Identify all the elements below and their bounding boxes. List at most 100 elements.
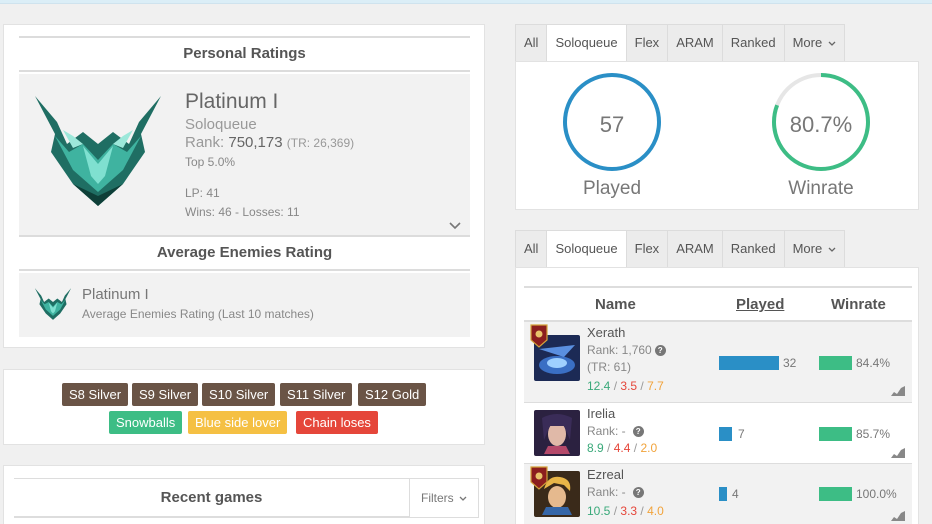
kda-kills: 8.9: [587, 441, 604, 455]
rank-top-percent: Top 5.0%: [185, 155, 236, 169]
recent-games-title: Recent games: [14, 478, 409, 518]
season-badge-s12: S12 Gold: [358, 383, 427, 406]
champion-rank-extra: (TR: 61): [587, 360, 632, 374]
badges-panel: S8 Silver S9 Silver S10 Silver S11 Silve…: [3, 369, 485, 445]
rank-card: Platinum I Soloqueue Rank: 750,173 (TR: …: [19, 74, 470, 235]
mastery-medal-icon: [530, 466, 548, 490]
champion-kda: 12.4 / 3.5 / 7.7: [587, 379, 664, 393]
champion-name[interactable]: Irelia: [587, 406, 615, 421]
filters-button[interactable]: Filters: [409, 478, 479, 518]
tab-ranked[interactable]: Ranked: [721, 230, 785, 268]
rank-tr: (TR: 26,369): [286, 136, 355, 150]
chevron-down-icon: [828, 247, 836, 252]
tab-soloqueue[interactable]: Soloqueue: [546, 24, 627, 62]
champion-rank: Rank: -?: [587, 485, 644, 499]
enemies-description: Average Enemies Rating (Last 10 matches): [82, 307, 314, 321]
tab-flex[interactable]: Flex: [625, 24, 669, 62]
season-badge-s8: S8 Silver: [62, 383, 129, 406]
enemies-tier: Platinum I: [82, 286, 149, 303]
champions-panel: Name Played Winrate Xerath Rank: 1,760? …: [515, 267, 919, 524]
top-bar: [0, 0, 932, 4]
champions-header: Name Played Winrate: [524, 286, 912, 322]
rank-tier: Platinum I: [185, 90, 279, 113]
help-icon[interactable]: ?: [654, 345, 666, 356]
champion-rank-text: Rank: -: [587, 485, 626, 499]
chevron-down-icon: [828, 41, 836, 46]
champion-kda: 8.9 / 4.4 / 2.0: [587, 441, 658, 455]
platinum-emblem-small-icon: [34, 288, 72, 320]
kda-assists: 7.7: [647, 379, 664, 393]
tab-more-label: More: [792, 35, 823, 50]
season-badge-s11: S11 Silver: [280, 383, 353, 406]
tag-badge-snowballs: Snowballs: [109, 411, 183, 434]
champion-rank: Rank: -?: [587, 424, 644, 438]
winrate-bar: [819, 487, 852, 501]
champion-name[interactable]: Xerath: [587, 325, 625, 340]
tab-aram[interactable]: ARAM: [667, 24, 723, 62]
winrate-value: 100.0%: [856, 487, 897, 501]
expand-chevron-icon[interactable]: [449, 222, 461, 230]
tab-aram[interactable]: ARAM: [667, 230, 723, 268]
played-count: 4: [732, 487, 739, 501]
winrate-value: 85.7%: [856, 427, 891, 441]
tab-more-label: More: [792, 241, 823, 256]
trend-chart-icon[interactable]: [891, 511, 905, 521]
tab-flex[interactable]: Flex: [625, 230, 669, 268]
trend-chart-icon[interactable]: [891, 386, 905, 396]
champion-row[interactable]: Irelia Rank: -? 8.9 / 4.4 / 2.0 7 85.7%: [524, 403, 912, 464]
kda-deaths: 3.5: [620, 379, 638, 393]
tab-more[interactable]: More: [783, 24, 845, 62]
personal-ratings-title: Personal Ratings: [19, 36, 470, 72]
champion-name[interactable]: Ezreal: [587, 467, 624, 482]
champion-rank-text: Rank: 1,760: [587, 343, 652, 357]
stats-queue-tabs: All Soloqueue Flex ARAM Ranked More: [515, 24, 845, 62]
winrate-value: 80.7%: [789, 112, 853, 137]
season-badge-s9: S9 Silver: [132, 383, 199, 406]
champion-row[interactable]: Xerath Rank: 1,760? (TR: 61) 12.4 / 3.5 …: [524, 322, 912, 403]
rank-wins-losses: Wins: 46 - Losses: 11: [185, 205, 300, 219]
champion-rank: Rank: 1,760?: [587, 343, 666, 357]
tag-badge-blue-side-lover: Blue side lover: [188, 411, 288, 434]
personal-ratings-panel: Personal Ratings Platinum I Soloqueue Ra…: [3, 24, 485, 348]
tab-soloqueue[interactable]: Soloqueue: [546, 230, 627, 268]
mastery-medal-icon: [530, 324, 548, 348]
tab-more[interactable]: More: [783, 230, 845, 268]
enemies-card: Platinum I Average Enemies Rating (Last …: [19, 273, 470, 337]
played-count: 7: [738, 427, 745, 441]
filters-label: Filters: [420, 491, 454, 505]
played-label: Played: [582, 178, 642, 199]
played-bar: [719, 356, 779, 370]
winrate-value: 84.4%: [856, 356, 891, 370]
header-played[interactable]: Played: [736, 296, 784, 313]
winrate-label: Winrate: [788, 178, 854, 199]
header-winrate[interactable]: Winrate: [831, 296, 886, 313]
tab-ranked[interactable]: Ranked: [721, 24, 785, 62]
kda-kills: 10.5: [587, 504, 611, 518]
rank-queue: Soloqueue: [185, 116, 257, 133]
rank-line: Rank: 750,173 (TR: 26,369): [185, 134, 354, 151]
played-count: 32: [783, 356, 797, 370]
rank-label: Rank:: [185, 134, 225, 151]
kda-kills: 12.4: [587, 379, 611, 393]
header-name[interactable]: Name: [595, 296, 636, 313]
champion-rank-text: Rank: -: [587, 424, 626, 438]
stats-panel: 57 Played 80.7% Winrate: [515, 61, 919, 210]
tab-all[interactable]: All: [515, 230, 548, 268]
champions-queue-tabs: All Soloqueue Flex ARAM Ranked More: [515, 230, 845, 268]
rank-lp: LP: 41: [185, 186, 220, 200]
champion-row[interactable]: Ezreal Rank: -? 10.5 / 3.3 / 4.0 4 100.0…: [524, 464, 912, 524]
trend-chart-icon[interactable]: [891, 448, 905, 458]
tab-all[interactable]: All: [515, 24, 548, 62]
played-bar: [719, 487, 727, 501]
recent-games-panel: Recent games Filters: [3, 465, 485, 524]
tag-badge-chain-loses: Chain loses: [296, 411, 378, 434]
irelia-portrait-icon: [534, 410, 580, 456]
help-icon[interactable]: ?: [632, 426, 644, 437]
help-icon[interactable]: ?: [632, 487, 644, 498]
kda-deaths: 3.3: [620, 504, 638, 518]
platinum-emblem-icon: [35, 96, 161, 206]
winrate-bar: [819, 427, 852, 441]
played-value: 57: [599, 112, 625, 137]
champion-kda: 10.5 / 3.3 / 4.0: [587, 504, 664, 518]
average-enemies-title: Average Enemies Rating: [19, 235, 470, 271]
